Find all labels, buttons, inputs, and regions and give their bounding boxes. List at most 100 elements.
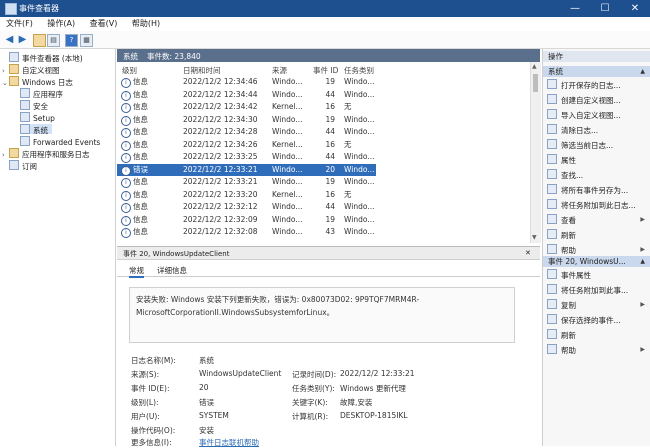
action-item[interactable]: 查找... (543, 169, 650, 181)
column-header-source[interactable]: 来源 (272, 65, 287, 76)
tree-item-windows-logs[interactable]: ⌄ Windows 日志 (2, 76, 73, 88)
action-item[interactable]: 将任务附加到此日志... (543, 199, 650, 211)
action-item[interactable]: 帮助 ▶ (543, 244, 650, 256)
action-item[interactable]: 查看 ▶ (543, 214, 650, 226)
cell-level: 信息 (133, 139, 148, 149)
cell-date: 2022/12/2 12:32:09 (183, 214, 258, 224)
action-item[interactable]: 复制 ▶ (543, 299, 650, 311)
menu-help[interactable]: 帮助(H) (132, 17, 160, 31)
scroll-up-arrow-icon[interactable]: ▲ (532, 63, 537, 70)
subscription-icon (9, 160, 19, 170)
menu-action[interactable]: 操作(A) (47, 17, 75, 31)
collapse-up-icon[interactable]: ▲ (640, 256, 645, 267)
cell-date: 2022/12/2 12:34:42 (183, 102, 258, 111)
minimize-button[interactable]: — (560, 0, 590, 17)
more-info-link[interactable]: 事件日志联机帮助 (199, 437, 259, 448)
cell-task: Windo... (344, 202, 375, 211)
event-message-box[interactable]: 安装失败: Windows 安装下列更新失败，错误为: 0x80073D02: … (129, 287, 515, 343)
log-icon (20, 88, 30, 98)
log-header: 系统 事件数: 23,840 (117, 49, 540, 62)
action-item[interactable]: 创建自定义视图... (543, 94, 650, 106)
menu-file[interactable]: 文件(F) (6, 17, 33, 31)
table-row[interactable]: i 信息 2022/12/2 12:33:20 Kernel... 16 无 (117, 189, 376, 201)
column-header-task[interactable]: 任务类别 (344, 65, 374, 76)
cell-source: Kernel... (272, 189, 303, 199)
maximize-button[interactable]: ☐ (590, 0, 620, 17)
action-item[interactable]: 事件属性 (543, 269, 650, 281)
cell-level: 信息 (133, 89, 148, 99)
table-row[interactable]: i 信息 2022/12/2 12:34:28 Windo... 44 Windo... (117, 126, 376, 138)
action-icon (547, 139, 557, 149)
action-item[interactable]: 刷新 (543, 229, 650, 241)
folder-icon[interactable] (33, 34, 46, 47)
action-item[interactable]: 帮助 ▶ (543, 344, 650, 356)
cell-source: Windo... (272, 152, 303, 161)
actions-section-event[interactable]: 事件 20, WindowsU... ▲ (543, 256, 650, 267)
back-arrow-icon[interactable]: ◀ (4, 34, 15, 45)
action-item[interactable]: 将任务附加到此事... (543, 284, 650, 296)
show-hide-tree-icon[interactable]: ▤ (47, 34, 60, 47)
action-icon (547, 269, 557, 279)
value-keywords: 故障,安装 (340, 398, 373, 407)
action-item[interactable]: 刷新 (543, 329, 650, 341)
scroll-thumb[interactable] (533, 74, 538, 92)
action-item[interactable]: 清除日志... (543, 124, 650, 136)
tree-item-app-service-logs[interactable]: › 应用程序和服务日志 (2, 148, 90, 160)
column-header-level[interactable]: 级别 (122, 65, 137, 76)
action-item[interactable]: 将所有事件另存为... (543, 184, 650, 196)
tab-details[interactable]: 详细信息 (157, 265, 187, 276)
tree-item-forwarded-events[interactable]: Forwarded Events (20, 136, 100, 147)
table-row[interactable]: i 信息 2022/12/2 12:34:44 Windo... 44 Windo... (117, 89, 376, 101)
tab-general[interactable]: 常规 (129, 265, 144, 278)
tree-item-subscriptions[interactable]: 订阅 (9, 160, 37, 171)
column-header-date[interactable]: 日期和时间 (183, 65, 221, 76)
table-row[interactable]: i 信息 2022/12/2 12:34:42 Kernel... 16 无 (117, 101, 376, 113)
table-row[interactable]: i 信息 2022/12/2 12:34:30 Windo... 19 Windo... (117, 114, 376, 126)
table-row[interactable]: i 信息 2022/12/2 12:33:25 Windo... 44 Windo... (117, 151, 376, 163)
action-label: 筛选当前日志... (561, 141, 614, 150)
event-list: 级别 日期和时间 来源 事件 ID 任务类别 i 信息 2022/12/2 12:3… (117, 62, 530, 243)
expand-chevron-icon[interactable]: › (2, 150, 9, 160)
action-item[interactable]: 保存选择的事件... (543, 314, 650, 326)
action-item[interactable]: 打开保存的日志... (543, 79, 650, 91)
cell-level: 信息 (133, 227, 148, 236)
menu-view[interactable]: 查看(V) (90, 17, 118, 31)
table-row[interactable]: i 信息 2022/12/2 12:34:46 Windo... 19 Windo... (117, 76, 376, 88)
expand-chevron-icon[interactable]: › (2, 66, 9, 76)
tree-item-application[interactable]: 应用程序 (20, 88, 63, 99)
table-row[interactable]: i 错误 2022/12/2 12:33:21 Windo... 20 Windo... (117, 163, 376, 176)
show-action-pane-icon[interactable]: ▦ (80, 34, 93, 47)
action-item[interactable]: 属性 (543, 154, 650, 166)
forward-arrow-icon[interactable]: ▶ (17, 34, 28, 45)
log-icon (20, 124, 30, 134)
tree-item-setup[interactable]: Setup (20, 112, 55, 123)
cell-task: Windo... (344, 227, 375, 236)
action-label: 事件属性 (561, 271, 591, 280)
info-icon: i (121, 228, 131, 238)
collapse-up-icon[interactable]: ▲ (640, 66, 645, 77)
event-list-scrollbar[interactable]: ▲ ▼ (530, 62, 541, 243)
tree-item-system[interactable]: 系统 (20, 124, 52, 135)
table-row[interactable]: i 信息 2022/12/2 12:33:21 Windo... 19 Windo... (117, 176, 376, 188)
column-header-event-id[interactable]: 事件 ID (313, 65, 338, 76)
collapse-chevron-icon[interactable]: ⌄ (2, 78, 9, 88)
table-row[interactable]: i 信息 2022/12/2 12:32:09 Windo... 19 Windo... (117, 214, 376, 226)
scroll-down-arrow-icon[interactable]: ▼ (532, 234, 537, 241)
cell-task: Windo... (344, 77, 375, 86)
help-icon[interactable]: ? (65, 34, 78, 47)
table-row[interactable]: i 信息 2022/12/2 12:32:08 Windo... 43 Windo... (117, 226, 376, 238)
actions-section-system[interactable]: 系统 ▲ (543, 66, 650, 77)
value-logged: 2022/12/2 12:33:21 (340, 369, 415, 378)
close-button[interactable]: ✕ (620, 0, 650, 17)
tree-item-security[interactable]: 安全 (20, 100, 48, 111)
close-detail-icon[interactable]: ✕ (525, 249, 531, 257)
info-icon: i (121, 203, 131, 213)
table-row[interactable]: i 信息 2022/12/2 12:32:12 Windo... 44 Windo... (117, 201, 376, 213)
action-item[interactable]: 导入自定义视图... (543, 109, 650, 121)
table-row[interactable]: i 信息 2022/12/2 12:34:26 Kernel... 16 无 (117, 139, 376, 151)
action-icon (547, 79, 557, 89)
action-item[interactable]: 筛选当前日志... (543, 139, 650, 151)
tree-item-event-viewer-local[interactable]: 事件查看器 (本地) (2, 52, 83, 63)
tree-item-custom-views[interactable]: › 自定义视图 (2, 64, 60, 76)
info-icon: i (121, 190, 131, 201)
